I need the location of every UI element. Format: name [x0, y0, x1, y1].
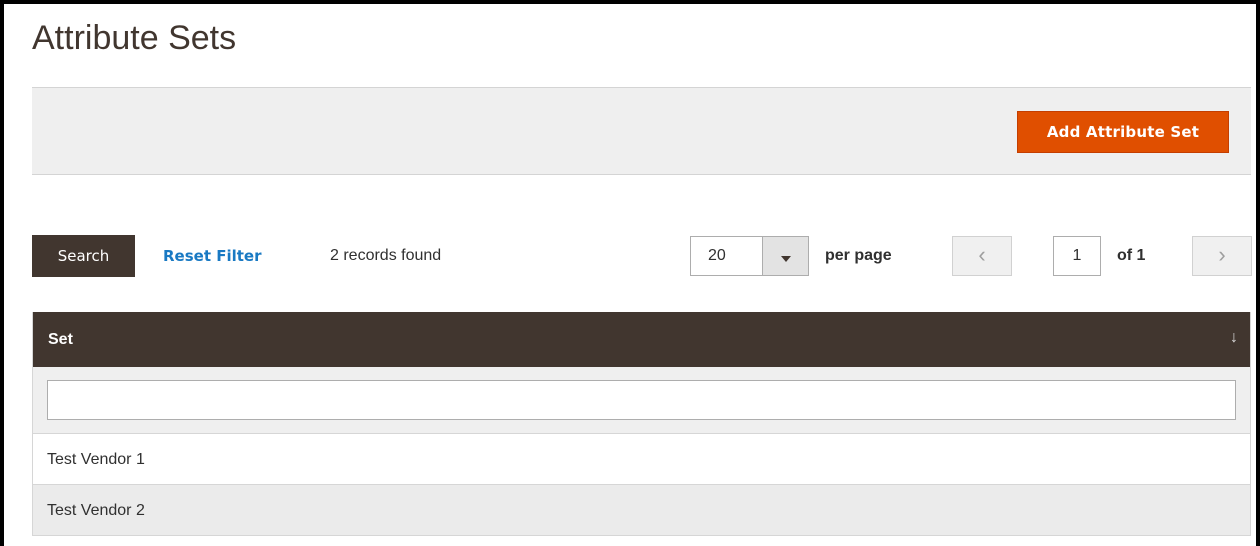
current-page-input[interactable] — [1053, 236, 1101, 276]
table-row[interactable]: Test Vendor 2 — [33, 485, 1250, 536]
sort-arrow-icon: ↓ — [1230, 329, 1238, 346]
per-page-dropdown-toggle[interactable] — [762, 237, 808, 275]
per-page-select[interactable]: 20 — [690, 236, 809, 276]
page-title: Attribute Sets — [32, 19, 237, 57]
caret-down-icon — [781, 256, 791, 262]
column-header-set[interactable]: Set ↓ — [33, 312, 1250, 367]
table-row[interactable]: Test Vendor 1 — [33, 434, 1250, 485]
set-name-cell: Test Vendor 1 — [47, 451, 145, 468]
previous-page-button[interactable]: ‹ — [952, 236, 1012, 276]
set-filter-input[interactable] — [47, 380, 1236, 420]
records-found-count: 2 records found — [330, 247, 442, 264]
chevron-right-icon: › — [1218, 242, 1226, 267]
next-page-button[interactable]: › — [1192, 236, 1252, 276]
chevron-left-icon: ‹ — [978, 242, 986, 267]
page-total-label: of 1 — [1117, 247, 1146, 264]
per-page-label: per page — [825, 247, 892, 264]
set-name-cell: Test Vendor 2 — [47, 502, 145, 519]
reset-filter-link[interactable]: Reset Filter — [163, 246, 262, 266]
page-actions-bar: Add Attribute Set — [32, 87, 1251, 175]
attribute-sets-grid: Set ↓ Test Vendor 1 Test Vendor 2 — [32, 312, 1251, 536]
per-page-value: 20 — [708, 247, 726, 264]
search-button[interactable]: Search — [32, 235, 135, 277]
column-header-label: Set — [48, 331, 73, 348]
filter-row — [33, 367, 1250, 434]
add-attribute-set-button[interactable]: Add Attribute Set — [1017, 111, 1229, 153]
